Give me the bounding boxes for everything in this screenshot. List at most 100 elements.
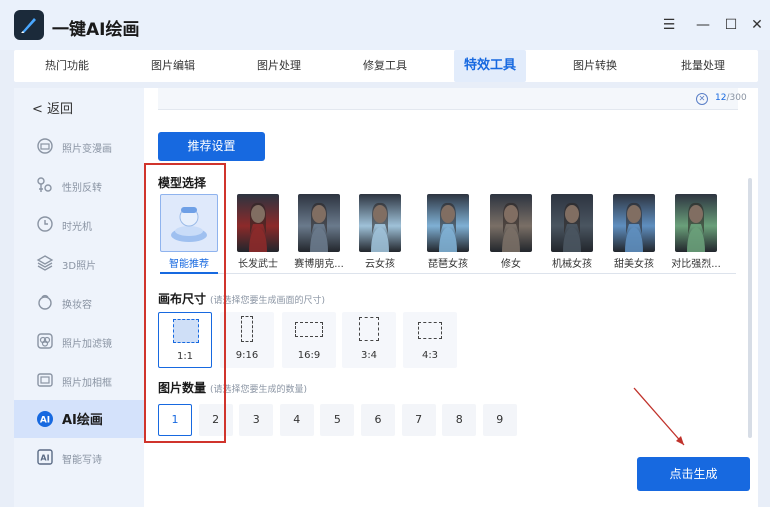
sidebar-item-label: AI绘画 <box>62 413 103 428</box>
canvas-ratio-label: 9:16 <box>235 350 259 361</box>
model-name: 琵琶女孩 <box>428 259 468 270</box>
model-name: 云女孩 <box>365 259 395 270</box>
clear-icon[interactable]: ✕ <box>696 93 708 105</box>
svg-text:AI: AI <box>40 454 49 463</box>
svg-text:AI: AI <box>40 416 50 426</box>
scrollbar[interactable] <box>748 178 752 438</box>
top-tab-bar: 热门功能 图片编辑 图片处理 修复工具 特效工具 图片转换 批量处理 <box>14 50 758 82</box>
image-count-option[interactable]: 4 <box>279 404 314 436</box>
tab-image-edit[interactable]: 图片编辑 <box>120 50 226 82</box>
model-name: 机械女孩 <box>552 259 592 270</box>
image-count-option[interactable]: 6 <box>361 404 395 436</box>
model-name: 对比强烈... <box>671 259 721 270</box>
char-count-max: /300 <box>726 93 747 103</box>
model-option[interactable]: 机械女孩 <box>543 194 601 270</box>
sidebar-item-label: 换妆容 <box>62 300 92 311</box>
model-option[interactable]: 赛博朋克... <box>290 194 348 270</box>
model-thumbnail <box>551 194 593 252</box>
close-icon[interactable]: ✕ <box>748 16 766 34</box>
image-count-option[interactable]: 7 <box>401 404 436 436</box>
sidebar-item-label: 3D照片 <box>62 261 97 272</box>
model-option[interactable]: 长发武士 <box>229 194 287 270</box>
tab-effects-tools[interactable]: 特效工具 <box>454 50 526 82</box>
canvas-ratio-label: 16:9 <box>297 350 321 361</box>
sidebar-item-label: 智能写诗 <box>62 455 102 466</box>
sidebar-item-ai-poem[interactable]: AI 智能写诗 <box>14 440 144 476</box>
model-divider <box>218 273 736 274</box>
model-thumbnail <box>298 194 340 252</box>
tab-image-process[interactable]: 图片处理 <box>226 50 332 82</box>
aspect-ratio-icon <box>241 316 253 342</box>
makeup-icon <box>38 294 52 310</box>
sidebar-item-time-machine[interactable]: 时光机 <box>14 207 144 243</box>
recommend-settings-button[interactable]: 推荐设置 <box>158 132 265 161</box>
app-title: 一键AI绘画 <box>52 20 140 40</box>
highlight-box <box>144 163 226 443</box>
canvas-ratio-label: 3:4 <box>360 350 378 361</box>
model-option[interactable]: 修女 <box>482 194 540 270</box>
minimize-icon[interactable]: — <box>694 16 712 34</box>
image-count-option[interactable]: 8 <box>442 404 477 436</box>
back-button[interactable]: < 返回 <box>32 98 73 117</box>
model-thumbnail <box>613 194 655 252</box>
aspect-ratio-icon <box>295 322 323 337</box>
sidebar-item-ai-painting[interactable]: AI AI绘画 <box>14 400 144 438</box>
model-thumbnail <box>675 194 717 252</box>
clock-icon <box>37 216 53 232</box>
tab-batch[interactable]: 批量处理 <box>648 50 758 82</box>
sidebar-item-filter[interactable]: 照片加滤镜 <box>14 324 144 360</box>
model-option[interactable]: 甜美女孩 <box>605 194 663 270</box>
image-count-option[interactable]: 9 <box>482 404 517 436</box>
tab-hot[interactable]: 热门功能 <box>14 50 120 82</box>
prompt-input[interactable]: ✕ 12/300 <box>158 88 747 110</box>
sidebar-item-label: 性别反转 <box>62 183 102 194</box>
sidebar: < 返回 照片变漫画 性别反转 时光机 3D照片 换妆容 照片加滤镜 照片加相框… <box>14 88 144 507</box>
canvas-option[interactable]: 16:9 <box>282 312 336 368</box>
ai-icon: AI <box>37 411 53 427</box>
menu-icon[interactable]: ☰ <box>660 16 678 34</box>
ai-poem-icon: AI <box>37 449 53 465</box>
frame-icon <box>37 373 53 387</box>
chevron-left-icon: < <box>32 102 43 117</box>
sidebar-item-label: 照片变漫画 <box>62 144 112 155</box>
maximize-icon[interactable]: ☐ <box>722 16 740 34</box>
generate-button[interactable]: 点击生成 <box>637 457 750 491</box>
tab-repair-tools[interactable]: 修复工具 <box>332 50 438 82</box>
model-thumbnail <box>237 194 279 252</box>
sidebar-item-makeup[interactable]: 换妆容 <box>14 285 144 321</box>
layers-icon <box>36 255 54 271</box>
gender-icon <box>37 177 52 192</box>
model-name: 长发武士 <box>238 259 278 270</box>
back-label: 返回 <box>47 102 74 117</box>
char-counter: 12/300 <box>715 93 747 103</box>
image-count-option[interactable]: 5 <box>320 404 355 436</box>
sidebar-item-3d-photo[interactable]: 3D照片 <box>14 246 144 282</box>
canvas-option[interactable]: 4:3 <box>403 312 457 368</box>
aspect-ratio-icon <box>418 322 442 339</box>
sidebar-item-gender[interactable]: 性别反转 <box>14 168 144 204</box>
image-count-option[interactable]: 3 <box>239 404 274 436</box>
model-name: 修女 <box>501 259 521 270</box>
arrow-annotation-icon <box>633 387 685 446</box>
canvas-option[interactable]: 9:16 <box>220 312 274 368</box>
sidebar-item-label: 照片加相框 <box>62 378 112 389</box>
model-thumbnail <box>427 194 469 252</box>
sidebar-item-label: 照片加滤镜 <box>62 339 112 350</box>
model-thumbnail <box>359 194 401 252</box>
model-name: 甜美女孩 <box>614 259 654 270</box>
cartoon-icon <box>37 138 53 154</box>
model-option[interactable]: 对比强烈... <box>667 194 725 270</box>
aspect-ratio-icon <box>359 317 379 341</box>
sidebar-item-label: 时光机 <box>62 222 92 233</box>
sidebar-item-cartoon[interactable]: 照片变漫画 <box>14 129 144 165</box>
canvas-ratio-label: 4:3 <box>421 350 439 361</box>
sidebar-item-frame[interactable]: 照片加相框 <box>14 363 144 399</box>
char-count-current: 12 <box>715 93 727 103</box>
tab-image-convert[interactable]: 图片转换 <box>542 50 648 82</box>
canvas-option[interactable]: 3:4 <box>342 312 396 368</box>
model-name: 赛博朋克... <box>294 259 344 270</box>
model-thumbnail <box>490 194 532 252</box>
title-bar: 一键AI绘画 ☰ — ☐ ✕ <box>0 0 770 50</box>
model-option[interactable]: 云女孩 <box>351 194 409 270</box>
model-option[interactable]: 琵琶女孩 <box>419 194 477 270</box>
